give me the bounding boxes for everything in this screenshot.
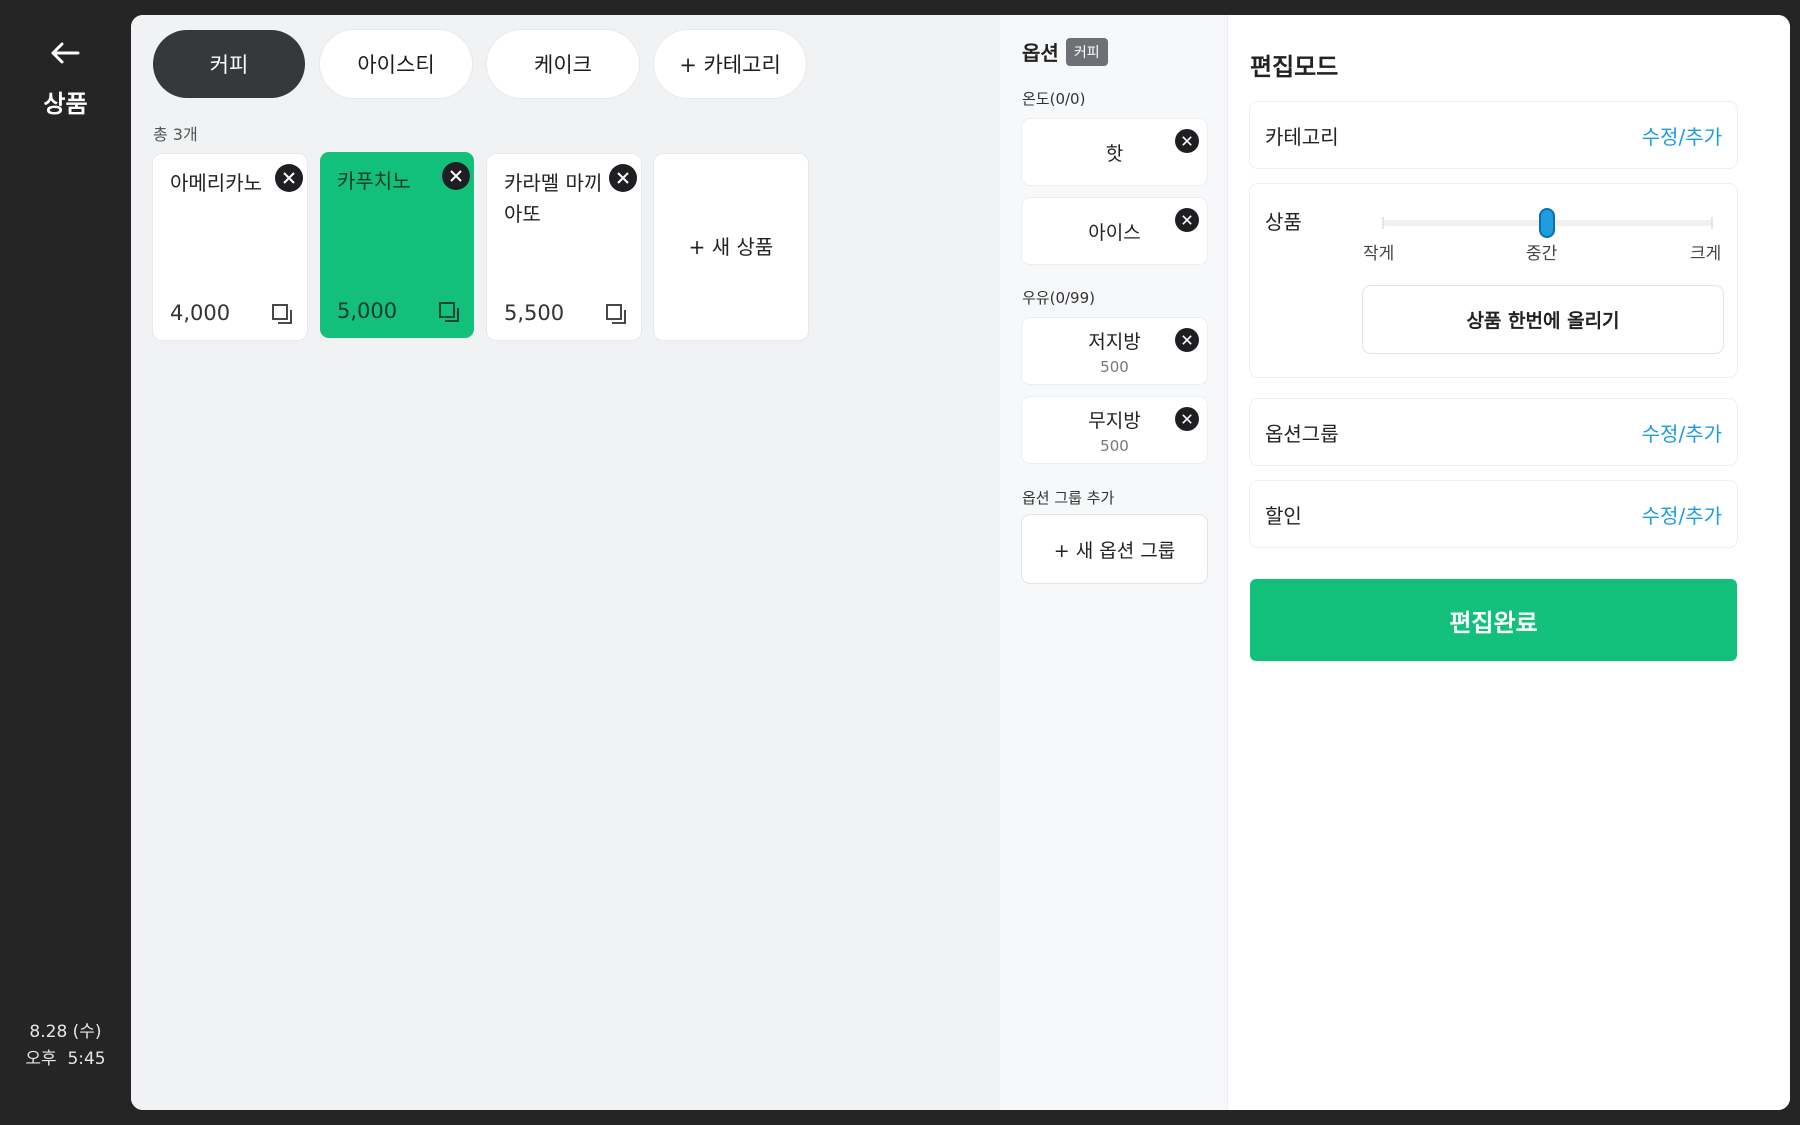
add-product-button[interactable]: + 새 상품 (654, 154, 808, 340)
clock: 8.28 (수) 오후 5:45 (0, 1019, 131, 1073)
main-panel: 커피 아이스티 케이크 + 카테고리 총 3개 아메리카노 4,000 카푸치노… (131, 15, 1790, 1110)
delete-product-icon[interactable] (442, 162, 470, 190)
product-name: 아메리카노 (170, 171, 262, 195)
option-group-label-milk: 우유(0/99) (1022, 289, 1095, 307)
edit-discount-link[interactable]: 수정/추가 (1642, 500, 1722, 529)
size-large-label: 크게 (1690, 244, 1722, 264)
delete-product-icon[interactable] (275, 164, 303, 192)
option-name: 핫 (1105, 142, 1124, 165)
options-header: 옵션 커피 (1022, 37, 1108, 66)
add-category-button[interactable]: + 카테고리 (654, 30, 806, 98)
finish-edit-button[interactable]: 편집완료 (1250, 579, 1737, 661)
edit-mode-heading: 편집모드 (1250, 53, 1339, 81)
slider-tick (1382, 217, 1384, 229)
option-group-label: 옵션그룹 (1265, 421, 1339, 446)
tab-icetea[interactable]: 아이스티 (320, 30, 472, 98)
add-option-group-label: 옵션 그룹 추가 (1022, 489, 1115, 507)
slider-tick (1711, 217, 1713, 229)
product-price: 5,000 (337, 299, 398, 323)
edit-option-group-link[interactable]: 수정/추가 (1642, 418, 1722, 447)
tab-cake[interactable]: 케이크 (487, 30, 639, 98)
left-rail: 상품 8.28 (수) 오후 5:45 (0, 0, 131, 1125)
options-title: 옵션 (1022, 41, 1059, 65)
copy-icon[interactable] (272, 304, 293, 325)
product-size-box: 상품 작게 중간 크게 상품 한번에 올리기 (1250, 184, 1737, 377)
add-option-group-button[interactable]: + 새 옵션 그룹 (1022, 515, 1207, 583)
option-non-fat[interactable]: 무지방 500 (1022, 397, 1207, 463)
edit-panel: 편집모드 카테고리 수정/추가 상품 작게 중간 크게 상품 한번에 올리기 옵… (1228, 15, 1790, 1110)
tab-coffee[interactable]: 커피 (153, 30, 305, 98)
edit-category-link[interactable]: 수정/추가 (1642, 121, 1722, 150)
option-ice[interactable]: 아이스 (1022, 198, 1207, 264)
time-text: 오후 5:45 (25, 1049, 106, 1069)
size-small-label: 작게 (1363, 244, 1395, 264)
delete-product-icon[interactable] (609, 164, 637, 192)
discount-row: 할인 수정/추가 (1250, 481, 1737, 547)
product-name: 카푸치노 (337, 169, 411, 193)
product-price: 5,500 (504, 301, 565, 325)
size-medium-label: 중간 (1526, 244, 1558, 264)
delete-option-icon[interactable] (1175, 407, 1199, 431)
option-price: 500 (1100, 357, 1129, 376)
products-area: 커피 아이스티 케이크 + 카테고리 총 3개 아메리카노 4,000 카푸치노… (131, 15, 1000, 1110)
option-name: 저지방 (1088, 330, 1141, 353)
product-price: 4,000 (170, 301, 231, 325)
copy-icon[interactable] (439, 302, 460, 323)
option-group-label-temperature: 온도(0/0) (1022, 90, 1086, 108)
delete-option-icon[interactable] (1175, 208, 1199, 232)
product-card-cappuccino[interactable]: 카푸치노 5,000 (320, 152, 474, 338)
option-hot[interactable]: 핫 (1022, 119, 1207, 185)
category-chip: 커피 (1065, 37, 1108, 66)
option-group-row: 옵션그룹 수정/추가 (1250, 399, 1737, 465)
options-panel: 옵션 커피 온도(0/0) 핫 아이스 우유(0/99) 저지방 500 무지방 (1000, 15, 1228, 1110)
category-row: 카테고리 수정/추가 (1250, 102, 1737, 168)
product-card-americano[interactable]: 아메리카노 4,000 (153, 154, 307, 340)
product-size-label: 상품 (1265, 210, 1302, 234)
date-text: 8.28 (수) (29, 1022, 102, 1042)
page-title: 상품 (43, 90, 88, 118)
product-card-caramel-macchiato[interactable]: 카라멜 마끼아또 5,500 (487, 154, 641, 340)
bulk-upload-button[interactable]: 상품 한번에 올리기 (1363, 286, 1723, 353)
copy-icon[interactable] (606, 304, 627, 325)
delete-option-icon[interactable] (1175, 129, 1199, 153)
product-size-slider[interactable] (1382, 208, 1713, 238)
option-name: 아이스 (1088, 221, 1141, 244)
slider-thumb[interactable] (1539, 208, 1555, 238)
product-count: 총 3개 (153, 125, 198, 144)
add-product-label: + 새 상품 (688, 234, 774, 259)
option-name: 무지방 (1088, 409, 1141, 432)
product-name: 카라멜 마끼아또 (504, 171, 603, 226)
option-low-fat[interactable]: 저지방 500 (1022, 318, 1207, 384)
category-label: 카테고리 (1265, 124, 1339, 149)
back-arrow-icon[interactable] (48, 38, 82, 68)
option-price: 500 (1100, 436, 1129, 455)
delete-option-icon[interactable] (1175, 328, 1199, 352)
discount-label: 할인 (1265, 503, 1302, 528)
